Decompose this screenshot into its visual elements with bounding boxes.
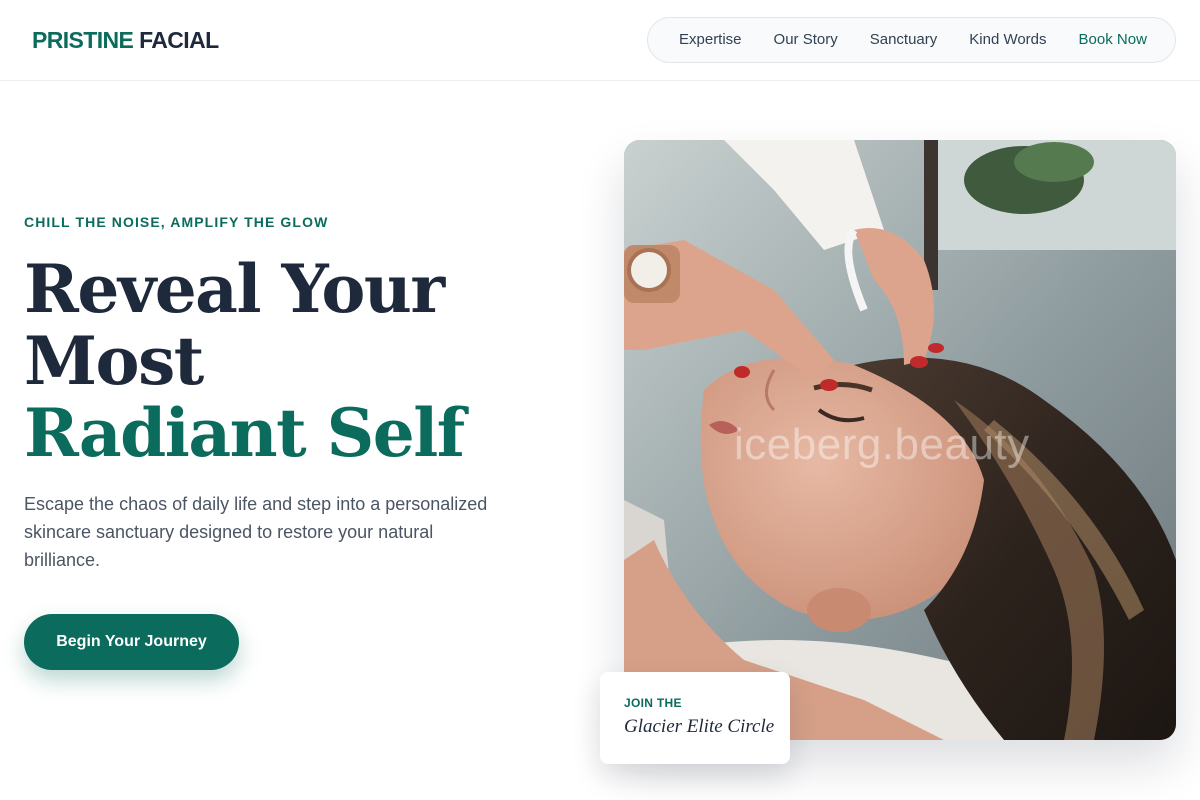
- hero-headline: Reveal Your Most Radiant Self: [24, 253, 544, 469]
- brand-logo[interactable]: PRISTINE FACIAL: [32, 26, 219, 54]
- elite-circle-card[interactable]: JOIN THE Glacier Elite Circle: [600, 672, 790, 764]
- hero-description: Escape the chaos of daily life and step …: [24, 494, 488, 570]
- nav-link-expertise[interactable]: Expertise: [679, 30, 742, 50]
- headline-line-2: Most: [24, 322, 204, 400]
- nav-link-our-story[interactable]: Our Story: [774, 30, 838, 50]
- hero-facial-photo: iceberg.beauty: [624, 140, 1176, 740]
- image-watermark: iceberg.beauty: [734, 420, 1030, 469]
- begin-journey-button[interactable]: Begin Your Journey: [24, 614, 239, 670]
- headline-line-1: Reveal Your: [24, 250, 445, 328]
- main-nav: Expertise Our Story Sanctuary Kind Words…: [647, 17, 1176, 63]
- nav-link-sanctuary[interactable]: Sanctuary: [870, 30, 938, 50]
- site-header: PRISTINE FACIAL Expertise Our Story Sanc…: [0, 0, 1200, 81]
- nav-link-kind-words[interactable]: Kind Words: [969, 30, 1046, 50]
- hero-eyebrow: CHILL THE NOISE, AMPLIFY THE GLOW: [24, 214, 329, 230]
- logo-word-pristine: PRISTINE: [32, 27, 134, 53]
- headline-line-3: Radiant Self: [24, 394, 465, 472]
- elite-card-title: Glacier Elite Circle: [624, 716, 775, 737]
- nav-link-book-now[interactable]: Book Now: [1079, 30, 1147, 50]
- elite-card-label: JOIN THE: [624, 696, 682, 710]
- logo-word-facial: FACIAL: [139, 27, 219, 53]
